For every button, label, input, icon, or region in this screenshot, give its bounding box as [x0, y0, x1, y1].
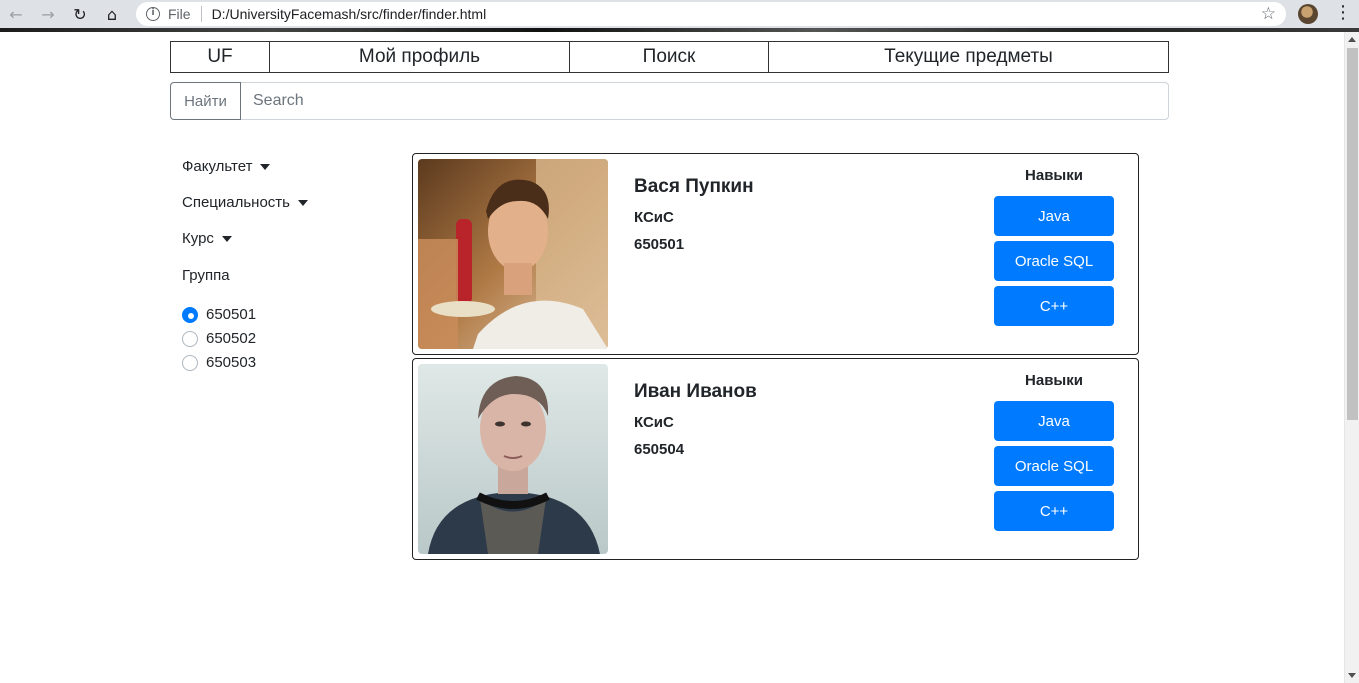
group-radio-650503[interactable]: 650503: [182, 354, 256, 371]
find-button[interactable]: Найти: [170, 82, 241, 120]
faculty-dropdown[interactable]: Факультет: [182, 158, 271, 175]
student-name[interactable]: Иван Иванов: [634, 381, 757, 403]
top-nav: UF Мой профиль Поиск Текущие предметы: [170, 41, 1169, 73]
browser-chrome: ← → ↻ ⌂ i File D:/UniversityFacemash/src…: [0, 0, 1359, 32]
specialty-dropdown[interactable]: Специальность: [182, 194, 308, 211]
student-name[interactable]: Вася Пупкин: [634, 176, 754, 198]
scrollbar-thumb[interactable]: [1347, 48, 1358, 420]
nav-search[interactable]: Поиск: [570, 42, 769, 72]
back-icon[interactable]: ←: [4, 4, 28, 24]
group-radio-label: 650502: [206, 330, 257, 347]
faculty-dropdown-label: Факультет: [182, 158, 253, 175]
student-faculty: КСиС: [634, 414, 674, 431]
skill-button-oracle-sql[interactable]: Oracle SQL: [994, 241, 1114, 281]
student-faculty: КСиС: [634, 209, 674, 226]
skill-button-cpp[interactable]: C++: [994, 491, 1114, 531]
reload-icon[interactable]: ↻: [68, 4, 92, 24]
skill-button-java[interactable]: Java: [994, 196, 1114, 236]
group-radio-650502[interactable]: 650502: [182, 330, 256, 347]
forward-icon[interactable]: →: [36, 4, 60, 24]
radio-checked-icon[interactable]: [182, 306, 198, 323]
caret-down-icon: [221, 235, 232, 242]
scroll-down-icon[interactable]: [1348, 673, 1356, 678]
window-edge: [0, 28, 1359, 32]
info-icon[interactable]: i: [146, 7, 160, 21]
specialty-dropdown-label: Специальность: [182, 194, 290, 211]
nav-logo-uf[interactable]: UF: [171, 42, 270, 72]
url-text[interactable]: D:/UniversityFacemash/src/finder/finder.…: [212, 6, 487, 22]
divider: [200, 6, 202, 22]
kebab-menu-icon[interactable]: ⋮: [1334, 3, 1352, 23]
group-label: Группа: [182, 267, 230, 284]
page-scrollbar[interactable]: [1344, 32, 1359, 683]
address-bar[interactable]: i File D:/UniversityFacemash/src/finder/…: [136, 2, 1286, 26]
group-radio-label: 650501: [206, 306, 257, 323]
skill-button-cpp[interactable]: C++: [994, 286, 1114, 326]
nav-current-subjects[interactable]: Текущие предметы: [769, 42, 1168, 72]
student-card[interactable]: Иван Иванов КСиС 650504 Навыки Java Orac…: [412, 358, 1139, 560]
student-group: 650501: [634, 236, 685, 253]
course-dropdown-label: Курс: [182, 230, 214, 247]
home-icon[interactable]: ⌂: [100, 4, 124, 24]
skill-button-oracle-sql[interactable]: Oracle SQL: [994, 446, 1114, 486]
search-bar: Найти: [170, 82, 1169, 120]
caret-down-icon: [260, 163, 271, 170]
student-photo: [418, 364, 608, 554]
skill-button-java[interactable]: Java: [994, 401, 1114, 441]
skills-heading: Навыки: [1025, 167, 1083, 184]
course-dropdown[interactable]: Курс: [182, 230, 232, 247]
student-photo: [418, 159, 608, 349]
radio-unchecked-icon[interactable]: [182, 330, 198, 347]
profile-avatar[interactable]: [1298, 4, 1318, 24]
student-card[interactable]: Вася Пупкин КСиС 650501 Навыки Java Orac…: [412, 153, 1139, 355]
group-radio-label: 650503: [206, 354, 257, 371]
bookmark-star-icon[interactable]: ☆: [1261, 4, 1276, 24]
caret-down-icon: [298, 199, 308, 206]
nav-my-profile[interactable]: Мой профиль: [270, 42, 570, 72]
student-group: 650504: [634, 441, 685, 458]
search-input[interactable]: [241, 82, 1169, 120]
scroll-up-icon[interactable]: [1348, 37, 1356, 42]
group-radio-650501[interactable]: 650501: [182, 306, 256, 323]
radio-unchecked-icon[interactable]: [182, 354, 198, 371]
url-scheme: File: [168, 6, 191, 22]
skills-heading: Навыки: [1025, 372, 1083, 389]
